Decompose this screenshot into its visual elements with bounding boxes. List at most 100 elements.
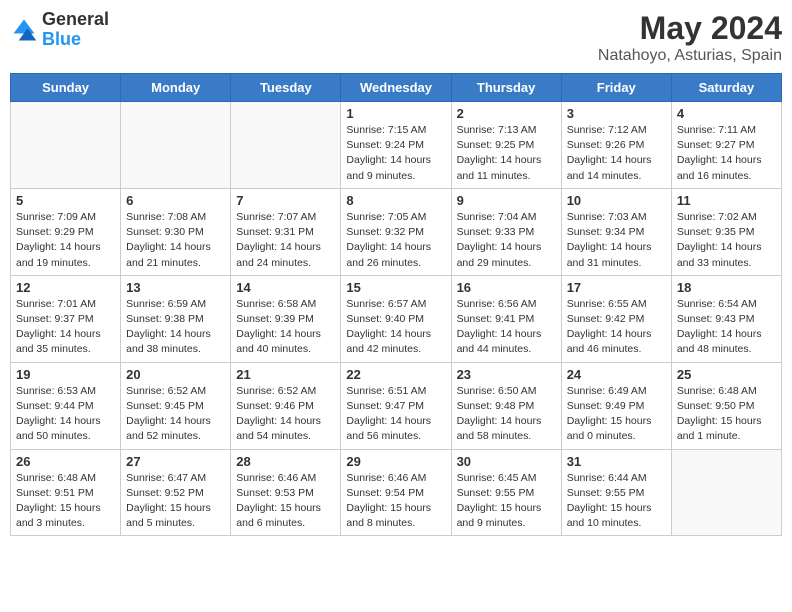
month-year: May 2024 — [598, 10, 782, 47]
day-info: Sunrise: 7:15 AM Sunset: 9:24 PM Dayligh… — [346, 123, 445, 184]
day-cell: 8 Sunrise: 7:05 AM Sunset: 9:32 PM Daylig… — [341, 188, 451, 275]
day-cell: 2 Sunrise: 7:13 AM Sunset: 9:25 PM Daylig… — [451, 102, 561, 189]
day-info: Sunrise: 7:11 AM Sunset: 9:27 PM Dayligh… — [677, 123, 776, 184]
day-cell — [121, 102, 231, 189]
day-number: 12 — [16, 280, 115, 295]
day-cell: 5 Sunrise: 7:09 AM Sunset: 9:29 PM Daylig… — [11, 188, 121, 275]
day-cell: 17 Sunrise: 6:55 AM Sunset: 9:42 PM Dayli… — [561, 275, 671, 362]
day-cell: 13Sunrise: 6:59 AM Sunset: 9:38 PM Dayli… — [121, 275, 231, 362]
days-header-row: SundayMondayTuesdayWednesdayThursdayFrid… — [11, 74, 782, 102]
day-info: Sunrise: 7:01 AM Sunset: 9:37 PM Dayligh… — [16, 297, 115, 358]
day-number: 20 — [126, 367, 225, 382]
day-cell: 24Sunrise: 6:49 AM Sunset: 9:49 PM Dayli… — [561, 362, 671, 449]
day-info: Sunrise: 7:04 AM Sunset: 9:33 PM Dayligh… — [457, 210, 556, 271]
day-info: Sunrise: 6:52 AM Sunset: 9:45 PM Dayligh… — [126, 384, 225, 445]
day-info: Sunrise: 6:56 AM Sunset: 9:41 PM Dayligh… — [457, 297, 556, 358]
location: Natahoyo, Asturias, Spain — [598, 47, 782, 65]
day-info: Sunrise: 6:47 AM Sunset: 9:52 PM Dayligh… — [126, 471, 225, 532]
day-cell: 25Sunrise: 6:48 AM Sunset: 9:50 PM Dayli… — [671, 362, 781, 449]
day-info: Sunrise: 6:51 AM Sunset: 9:47 PM Dayligh… — [346, 384, 445, 445]
day-number: 7 — [236, 193, 335, 208]
day-header-thursday: Thursday — [451, 74, 561, 102]
day-cell: 22Sunrise: 6:51 AM Sunset: 9:47 PM Dayli… — [341, 362, 451, 449]
day-number: 8 — [346, 193, 445, 208]
day-number: 21 — [236, 367, 335, 382]
day-number: 14 — [236, 280, 335, 295]
day-number: 31 — [567, 454, 666, 469]
day-number: 9 — [457, 193, 556, 208]
day-cell: 30 Sunrise: 6:45 AM Sunset: 9:55 PM Dayli… — [451, 449, 561, 536]
day-cell: 11Sunrise: 7:02 AM Sunset: 9:35 PM Dayli… — [671, 188, 781, 275]
day-cell: 20 Sunrise: 6:52 AM Sunset: 9:45 PM Dayli… — [121, 362, 231, 449]
logo-text: General Blue — [42, 10, 109, 50]
day-info: Sunrise: 6:52 AM Sunset: 9:46 PM Dayligh… — [236, 384, 335, 445]
day-info: Sunrise: 6:48 AM Sunset: 9:50 PM Dayligh… — [677, 384, 776, 445]
day-number: 3 — [567, 106, 666, 121]
day-number: 10 — [567, 193, 666, 208]
day-info: Sunrise: 7:09 AM Sunset: 9:29 PM Dayligh… — [16, 210, 115, 271]
day-number: 27 — [126, 454, 225, 469]
day-number: 2 — [457, 106, 556, 121]
day-number: 28 — [236, 454, 335, 469]
day-number: 5 — [16, 193, 115, 208]
day-cell: 19 Sunrise: 6:53 AM Sunset: 9:44 PM Dayli… — [11, 362, 121, 449]
week-row-5: 26 Sunrise: 6:48 AM Sunset: 9:51 PM Dayli… — [11, 449, 782, 536]
day-cell: 27 Sunrise: 6:47 AM Sunset: 9:52 PM Dayli… — [121, 449, 231, 536]
week-row-2: 5 Sunrise: 7:09 AM Sunset: 9:29 PM Daylig… — [11, 188, 782, 275]
day-info: Sunrise: 6:46 AM Sunset: 9:53 PM Dayligh… — [236, 471, 335, 532]
day-info: Sunrise: 6:45 AM Sunset: 9:55 PM Dayligh… — [457, 471, 556, 532]
day-number: 4 — [677, 106, 776, 121]
day-cell: 1Sunrise: 7:15 AM Sunset: 9:24 PM Daylig… — [341, 102, 451, 189]
day-cell: 16 Sunrise: 6:56 AM Sunset: 9:41 PM Dayli… — [451, 275, 561, 362]
day-info: Sunrise: 6:48 AM Sunset: 9:51 PM Dayligh… — [16, 471, 115, 532]
day-header-friday: Friday — [561, 74, 671, 102]
day-info: Sunrise: 6:58 AM Sunset: 9:39 PM Dayligh… — [236, 297, 335, 358]
day-info: Sunrise: 6:59 AM Sunset: 9:38 PM Dayligh… — [126, 297, 225, 358]
day-number: 19 — [16, 367, 115, 382]
day-cell: 23Sunrise: 6:50 AM Sunset: 9:48 PM Dayli… — [451, 362, 561, 449]
day-header-monday: Monday — [121, 74, 231, 102]
day-cell: 18Sunrise: 6:54 AM Sunset: 9:43 PM Dayli… — [671, 275, 781, 362]
day-number: 24 — [567, 367, 666, 382]
day-cell: 4 Sunrise: 7:11 AM Sunset: 9:27 PM Daylig… — [671, 102, 781, 189]
day-info: Sunrise: 7:05 AM Sunset: 9:32 PM Dayligh… — [346, 210, 445, 271]
day-cell: 15 Sunrise: 6:57 AM Sunset: 9:40 PM Dayli… — [341, 275, 451, 362]
day-info: Sunrise: 6:55 AM Sunset: 9:42 PM Dayligh… — [567, 297, 666, 358]
day-number: 6 — [126, 193, 225, 208]
day-header-sunday: Sunday — [11, 74, 121, 102]
day-info: Sunrise: 6:44 AM Sunset: 9:55 PM Dayligh… — [567, 471, 666, 532]
day-cell: 28 Sunrise: 6:46 AM Sunset: 9:53 PM Dayli… — [231, 449, 341, 536]
day-info: Sunrise: 7:12 AM Sunset: 9:26 PM Dayligh… — [567, 123, 666, 184]
day-cell: 7 Sunrise: 7:07 AM Sunset: 9:31 PM Daylig… — [231, 188, 341, 275]
day-cell — [11, 102, 121, 189]
page-header: General Blue May 2024 Natahoyo, Asturias… — [10, 10, 782, 65]
day-info: Sunrise: 6:57 AM Sunset: 9:40 PM Dayligh… — [346, 297, 445, 358]
day-cell: 21 Sunrise: 6:52 AM Sunset: 9:46 PM Dayli… — [231, 362, 341, 449]
day-cell: 6 Sunrise: 7:08 AM Sunset: 9:30 PM Daylig… — [121, 188, 231, 275]
week-row-4: 19 Sunrise: 6:53 AM Sunset: 9:44 PM Dayli… — [11, 362, 782, 449]
day-cell: 31 Sunrise: 6:44 AM Sunset: 9:55 PM Dayli… — [561, 449, 671, 536]
day-number: 17 — [567, 280, 666, 295]
day-number: 15 — [346, 280, 445, 295]
day-cell: 9 Sunrise: 7:04 AM Sunset: 9:33 PM Daylig… — [451, 188, 561, 275]
day-cell: 10 Sunrise: 7:03 AM Sunset: 9:34 PM Dayli… — [561, 188, 671, 275]
day-info: Sunrise: 7:08 AM Sunset: 9:30 PM Dayligh… — [126, 210, 225, 271]
day-number: 30 — [457, 454, 556, 469]
day-info: Sunrise: 7:07 AM Sunset: 9:31 PM Dayligh… — [236, 210, 335, 271]
day-info: Sunrise: 7:03 AM Sunset: 9:34 PM Dayligh… — [567, 210, 666, 271]
day-number: 16 — [457, 280, 556, 295]
day-header-saturday: Saturday — [671, 74, 781, 102]
day-number: 29 — [346, 454, 445, 469]
day-cell — [231, 102, 341, 189]
day-info: Sunrise: 6:54 AM Sunset: 9:43 PM Dayligh… — [677, 297, 776, 358]
day-number: 26 — [16, 454, 115, 469]
week-row-3: 12 Sunrise: 7:01 AM Sunset: 9:37 PM Dayli… — [11, 275, 782, 362]
day-info: Sunrise: 7:13 AM Sunset: 9:25 PM Dayligh… — [457, 123, 556, 184]
day-info: Sunrise: 6:53 AM Sunset: 9:44 PM Dayligh… — [16, 384, 115, 445]
title-block: May 2024 Natahoyo, Asturias, Spain — [598, 10, 782, 65]
week-row-1: 1Sunrise: 7:15 AM Sunset: 9:24 PM Daylig… — [11, 102, 782, 189]
day-cell: 3 Sunrise: 7:12 AM Sunset: 9:26 PM Daylig… — [561, 102, 671, 189]
day-cell: 29Sunrise: 6:46 AM Sunset: 9:54 PM Dayli… — [341, 449, 451, 536]
day-info: Sunrise: 6:50 AM Sunset: 9:48 PM Dayligh… — [457, 384, 556, 445]
calendar-table: SundayMondayTuesdayWednesdayThursdayFrid… — [10, 73, 782, 536]
